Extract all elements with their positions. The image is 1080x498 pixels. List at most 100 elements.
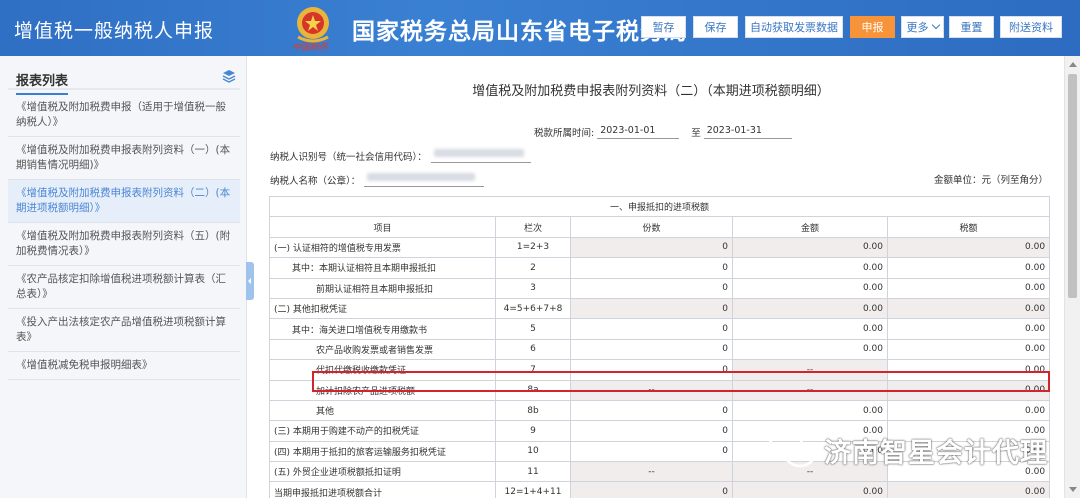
sidebar-report-list: 《增值税及附加税费申报（适用于增值税一般纳税人）》 《增值税及附加税费申报表附列… <box>8 94 240 380</box>
row-item: (五) 外贸企业进项税额抵扣证明 <box>269 461 496 483</box>
draft-button[interactable]: 暂存 <box>641 16 686 38</box>
row-item: 代扣代缴税收缴款凭证 <box>269 359 496 381</box>
col-header-item: 项目 <box>269 216 496 238</box>
period-to-label: 至 <box>691 127 701 139</box>
row-count-input[interactable]: 0 <box>570 359 733 381</box>
sidebar-title: 报表列表 <box>16 70 69 95</box>
sidebar-item-agri-summary[interactable]: 《农产品核定扣除增值税进项税额计算表（汇总表）》 <box>8 266 240 309</box>
table-row: 其他 8b 0 0.00 0.00 <box>269 399 1051 422</box>
taxpayer-name-row: 纳税人名称（公章）： <box>270 172 485 187</box>
row-line: 8a <box>495 379 571 401</box>
vertical-scrollbar[interactable] <box>1064 56 1080 498</box>
row-amount: 0.00 <box>732 297 888 320</box>
auto-fetch-invoice-button[interactable]: 自动获取发票数据 <box>745 16 843 38</box>
row-line: 11 <box>495 461 571 483</box>
row-item: 农产品收购发票或者销售发票 <box>269 338 496 361</box>
row-line: 10 <box>495 440 571 463</box>
row-item: 加计扣除农产品进项税额 <box>269 379 496 401</box>
row-tax: 0.00 <box>886 379 1051 401</box>
row-item: 其中：本期认证相符且本期申报抵扣 <box>269 257 496 279</box>
row-count-input[interactable]: 0 <box>570 440 733 463</box>
app-title: 增值税一般纳税人申报 <box>14 20 215 42</box>
row-count: 0 <box>570 236 733 259</box>
table-row: 其中：海关进口增值税专用缴款书 5 0 0.00 0.00 <box>269 318 1051 340</box>
sidebar-collapse-handle[interactable] <box>246 262 254 300</box>
table-row-total: 当期申报抵扣进项税额合计 12=1+4+11 0 0.00 0.00 <box>269 481 1051 498</box>
report-list-sidebar: 报表列表 《增值税及附加税费申报（适用于增值税一般纳税人）》 《增值税及附加税费… <box>0 56 247 498</box>
scrollbar-thumb[interactable] <box>1068 74 1077 298</box>
row-amount-input[interactable]: 0.00 <box>732 277 888 299</box>
watermark-text: 济南智星会计代理 <box>824 437 1048 469</box>
row-count-input[interactable]: 0 <box>570 399 733 422</box>
page-title: 增值税及附加税费申报表附列资料（二）（本期进项税额明细） <box>472 84 830 99</box>
row-tax: 0.00 <box>886 297 1051 320</box>
sidebar-item-tax-relief[interactable]: 《增值税减免税申报明细表》 <box>8 352 240 380</box>
row-line: 7 <box>495 359 571 381</box>
redacted-value <box>367 173 476 181</box>
row-tax-input[interactable]: 0.00 <box>886 359 1051 381</box>
row-line: 2 <box>495 257 571 279</box>
sidebar-item-schedule-5[interactable]: 《增值税及附加税费申报表附列资料（五）(附加税费情况表）》 <box>8 223 240 266</box>
row-tax-input[interactable]: 0.00 <box>886 257 1051 279</box>
period-end-field[interactable]: 2023-01-31 <box>703 124 792 139</box>
table-row: (一) 认证相符的增值税专用发票 1=2+3 0 0.00 0.00 <box>269 236 1051 259</box>
sidebar-item-main-return[interactable]: 《增值税及附加税费申报（适用于增值税一般纳税人）》 <box>8 94 240 137</box>
row-tax-input[interactable]: 0.00 <box>886 338 1051 361</box>
table-row: (二) 其他扣税凭证 4=5+6+7+8 0 0.00 0.00 <box>269 297 1051 320</box>
scroll-up-icon[interactable] <box>1069 62 1077 67</box>
row-item: (二) 其他扣税凭证 <box>269 297 496 320</box>
taxpayer-id-row: 纳税人识别号（统一社会信用代码）： <box>270 148 531 163</box>
taxpayer-id-label: 纳税人识别号（统一社会信用代码）： <box>270 151 427 163</box>
redacted-value <box>433 149 524 157</box>
wechat-icon <box>767 432 816 468</box>
row-amount-input[interactable]: 0.00 <box>732 338 888 361</box>
row-tax-input[interactable]: 0.00 <box>886 399 1051 422</box>
attach-materials-button[interactable]: 附送资料 <box>1000 16 1062 38</box>
sidebar-item-schedule-1[interactable]: 《增值税及附加税费申报表附列资料（一）(本期销售情况明细)》 <box>8 137 240 180</box>
top-header: 增值税一般纳税人申报 中国税务 国家税务总局山东省电子税务局 暂存 保存 自动获… <box>0 0 1080 56</box>
section-header-row: 一、申报抵扣的进项税额 <box>268 195 1051 218</box>
row-item: 前期认证相符且本期申报抵扣 <box>269 277 496 299</box>
row-item: (一) 认证相符的增值税专用发票 <box>269 236 496 259</box>
sidebar-item-schedule-2[interactable]: 《增值税及附加税费申报表附列资料（二）(本期进项税额明细）》 <box>8 180 240 223</box>
row-count-input[interactable]: 0 <box>570 257 733 279</box>
row-line: 3 <box>495 277 571 299</box>
taxpayer-name-label: 纳税人名称（公章）： <box>270 175 361 187</box>
taxpayer-name-field <box>364 172 485 187</box>
sidebar-item-input-output[interactable]: 《投入产出法核定农产品增值税进项税额计算表》 <box>8 309 240 352</box>
taxpayer-id-field <box>430 148 531 163</box>
row-count-input[interactable]: 0 <box>570 420 733 442</box>
save-button[interactable]: 保存 <box>693 16 738 38</box>
period-start-field[interactable]: 2023-01-01 <box>597 124 680 139</box>
more-dropdown-button[interactable]: 更多 <box>901 16 944 38</box>
column-header-row: 项目 栏次 份数 金额 税额 <box>269 216 1051 238</box>
declare-button[interactable]: 申报 <box>850 16 895 38</box>
row-amount-input[interactable]: 0.00 <box>732 257 888 279</box>
row-line: 4=5+6+7+8 <box>495 297 571 320</box>
row-tax-input[interactable]: 0.00 <box>886 318 1051 340</box>
layers-icon[interactable] <box>222 69 236 83</box>
row-amount-input[interactable]: 0.00 <box>732 318 888 340</box>
row-item: (四) 本期用于抵扣的旅客运输服务扣税凭证 <box>269 440 496 463</box>
row-item: (三) 本期用于购建不动产的扣税凭证 <box>269 420 496 442</box>
row-line: 12=1+4+11 <box>495 481 571 498</box>
row-count-input[interactable]: 0 <box>570 277 733 299</box>
sidebar-header: 报表列表 <box>8 64 240 95</box>
col-header-line: 栏次 <box>495 216 571 238</box>
reset-button[interactable]: 重置 <box>949 16 994 38</box>
scroll-down-icon[interactable] <box>1069 487 1077 492</box>
row-line: 1=2+3 <box>495 236 571 259</box>
table-row: 代扣代缴税收缴款凭证 7 0 -- 0.00 <box>269 359 1051 381</box>
row-count-input[interactable]: 0 <box>570 318 733 340</box>
col-header-count: 份数 <box>570 216 733 238</box>
row-amount-input[interactable]: 0.00 <box>732 399 888 422</box>
row-item: 其他 <box>269 399 496 422</box>
row-count-input[interactable]: 0 <box>570 338 733 361</box>
row-count: 0 <box>570 481 733 498</box>
section-title: 一、申报抵扣的进项税额 <box>268 195 1051 218</box>
table-row: 其中：本期认证相符且本期申报抵扣 2 0 0.00 0.00 <box>269 257 1051 279</box>
row-item: 其中：海关进口增值税专用缴款书 <box>269 318 496 340</box>
row-amount: 0.00 <box>732 481 888 498</box>
row-tax-input[interactable]: 0.00 <box>886 277 1051 299</box>
row-count: 0 <box>570 297 733 320</box>
